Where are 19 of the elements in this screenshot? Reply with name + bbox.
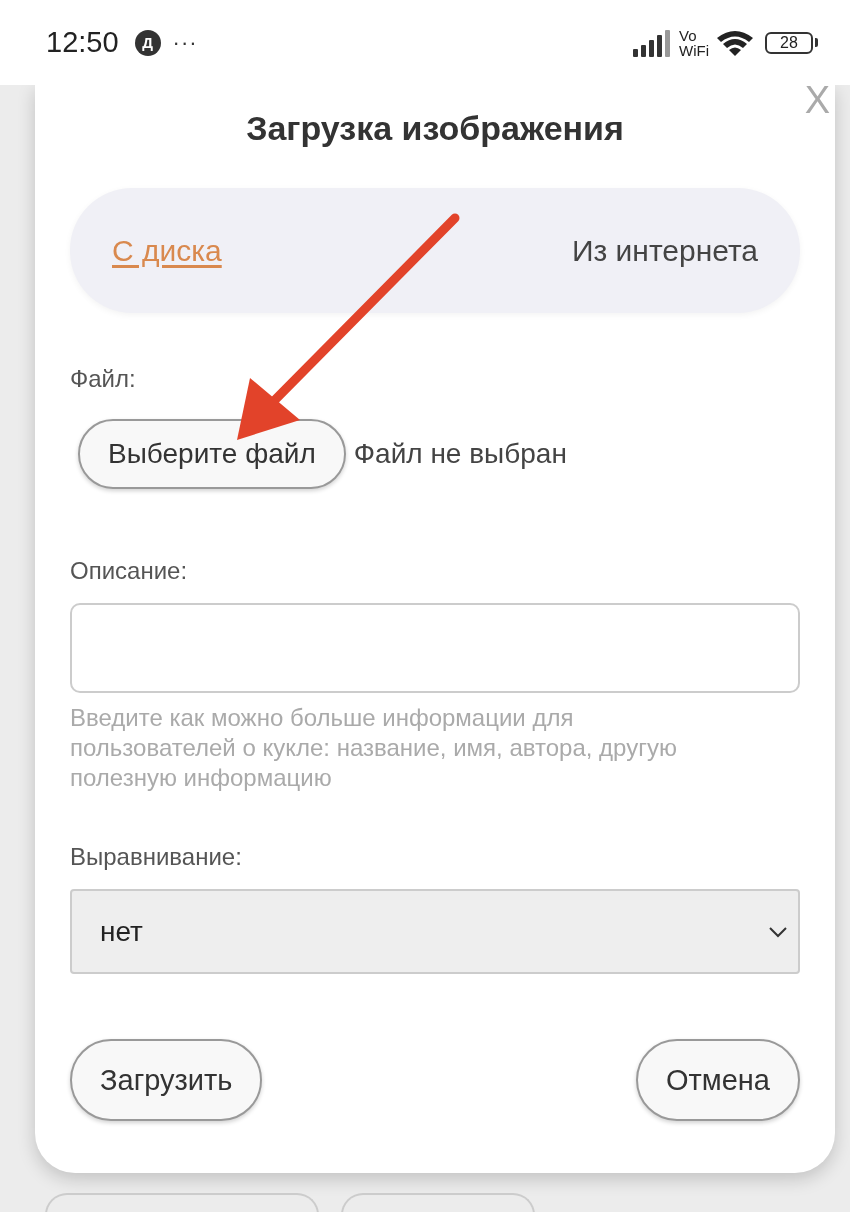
more-notifications-icon: ···	[172, 29, 198, 56]
description-field[interactable]	[70, 603, 800, 693]
notification-badge: Д	[134, 29, 161, 56]
cancel-button[interactable]: Отмена	[635, 1039, 800, 1121]
file-label: Файл:	[70, 365, 137, 393]
alignment-label: Выравнивание:	[70, 843, 243, 871]
choose-file-button[interactable]: Выберите файл	[78, 419, 346, 489]
description-hint: Введите как можно больше информации для пользователей о кукле: название, имя, автора, другую полезную информацию	[70, 703, 678, 793]
upload-button[interactable]: Загрузить	[70, 1039, 263, 1121]
battery-indicator: 28	[765, 31, 818, 54]
dialog-title: Загрузка изображения	[245, 109, 625, 148]
vowifi-indicator: Vo WiFi	[679, 27, 709, 58]
chevron-down-icon	[768, 925, 788, 938]
tab[interactable]: Из интернета	[571, 233, 758, 268]
description-label: Описание:	[70, 557, 189, 585]
file-status: Файл не выбран	[353, 438, 567, 470]
alignment-select[interactable]: нет	[70, 889, 800, 974]
signal-icon	[633, 28, 673, 57]
clock-time: 12:50	[46, 26, 119, 59]
